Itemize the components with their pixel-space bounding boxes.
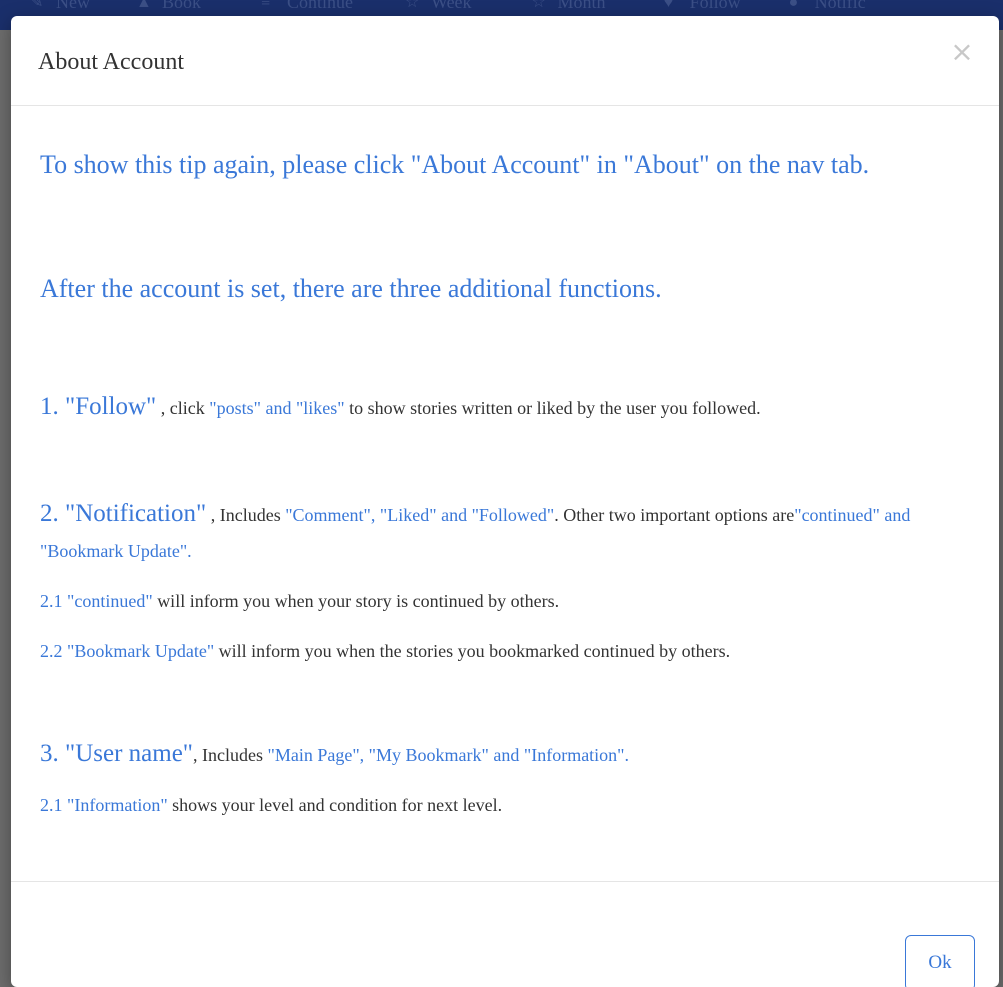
follow-heading: 1. "Follow": [40, 393, 157, 420]
username-section: 3. "User name", Includes "Main Page", "M…: [40, 736, 975, 773]
follow-post: to show stories written or liked by the …: [344, 398, 761, 418]
sub-text: will inform you when the stories you boo…: [214, 641, 731, 661]
pencil-icon: ✎: [30, 0, 44, 11]
modal-footer: Ok: [11, 881, 999, 987]
modal-header: About Account ×: [11, 16, 999, 106]
notification-heading: 2. "Notification": [40, 500, 207, 527]
username-sub-information: 2.1 "Information" shows your level and c…: [40, 792, 975, 818]
bell-icon: ●: [788, 0, 799, 11]
username-highlight: "Main Page", "My Bookmark" and "Informat…: [267, 745, 630, 765]
nav-item-label: Notific: [814, 0, 866, 12]
sub-text: will inform you when your story is conti…: [152, 591, 560, 611]
nav-item-follow: ♥ Follow: [664, 0, 741, 13]
book-icon: ▲: [136, 0, 152, 11]
sub-highlight: 2.2 "Bookmark Update": [40, 641, 215, 661]
tip-text: To show this tip again, please click "Ab…: [40, 150, 870, 179]
notification-pre: , Includes: [206, 505, 286, 525]
username-pre: , Includes: [193, 745, 268, 765]
about-account-modal: About Account × To show this tip again, …: [11, 16, 999, 987]
notification-section: 2. "Notification" , Includes "Comment", …: [40, 496, 975, 569]
follow-highlight: "posts" and "likes": [209, 398, 345, 418]
follow-section: 1. "Follow" , click "posts" and "likes" …: [40, 389, 975, 426]
heart-icon: ♥: [663, 0, 674, 11]
nav-item-label: New: [56, 0, 90, 12]
nav-item-new: ✎ New: [30, 0, 90, 13]
sub-text: shows your level and condition for next …: [167, 795, 503, 815]
nav-item-notification: ● Notific: [789, 0, 866, 13]
username-heading: 3. "User name": [40, 740, 194, 767]
notification-highlight: "Comment", "Liked" and "Followed": [285, 505, 555, 525]
notification-sub-bookmark: 2.2 "Bookmark Update" will inform you wh…: [40, 638, 975, 664]
star-icon: ☆: [531, 0, 546, 11]
list-icon: ≡: [261, 0, 271, 11]
nav-item-label: Book: [162, 0, 202, 12]
nav-item-label: Follow: [689, 0, 741, 12]
ok-button[interactable]: Ok: [905, 935, 975, 987]
nav-item-continue: ≡ Continue: [261, 0, 353, 13]
nav-item-month: ☆ Month: [532, 0, 606, 13]
star-icon: ☆: [405, 0, 420, 11]
sub-highlight: 2.1 "Information": [40, 795, 168, 815]
modal-title: About Account: [38, 49, 184, 75]
nav-item-label: Continue: [287, 0, 354, 12]
nav-item-book: ▲ Book: [136, 0, 201, 13]
nav-item-week: ☆ Week: [405, 0, 472, 13]
notification-mid: . Other two important options are: [554, 505, 795, 525]
close-icon[interactable]: ×: [950, 38, 974, 66]
follow-pre: , click: [156, 398, 210, 418]
nav-item-label: Week: [431, 0, 472, 12]
modal-body: To show this tip again, please click "Ab…: [40, 106, 980, 880]
nav-item-label: Month: [557, 0, 606, 12]
sub-highlight: 2.1 "continued": [40, 591, 153, 611]
notification-sub-continued: 2.1 "continued" will inform you when you…: [40, 588, 975, 614]
intro-text: After the account is set, there are thre…: [40, 274, 662, 303]
